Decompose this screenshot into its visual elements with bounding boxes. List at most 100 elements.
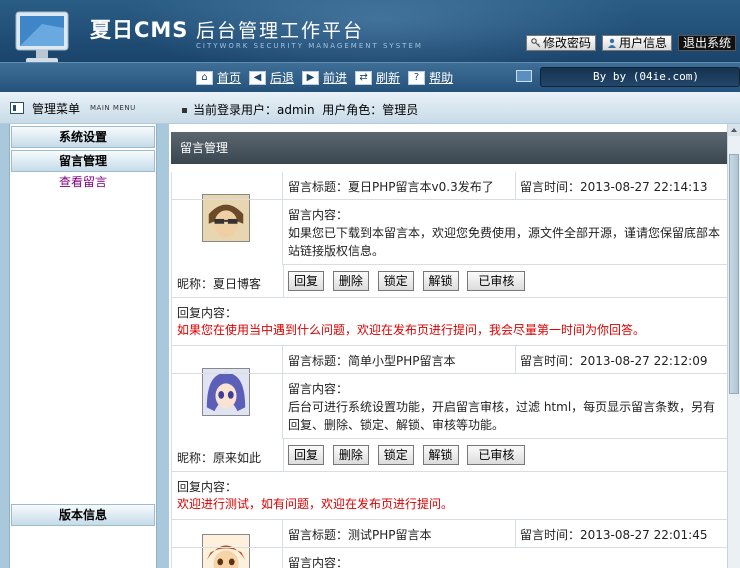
- lock-button[interactable]: 锁定: [377, 271, 414, 291]
- sidebar-group-message-management[interactable]: 留言管理: [11, 150, 155, 172]
- nick-value: 夏日博客: [213, 277, 262, 291]
- back-arrow-icon: ◀: [249, 70, 267, 85]
- reply-button[interactable]: 回复: [288, 271, 325, 291]
- content-text: 后台可进行系统设置功能，开启留言审核，过滤 html，每页显示留言条数，另有回复…: [288, 400, 716, 432]
- title-value: 简单小型PHP留言本: [348, 354, 456, 368]
- brand-name: 夏日CMS: [90, 18, 189, 42]
- user-info-button[interactable]: 用户信息: [601, 35, 672, 51]
- change-password-button[interactable]: 修改密码: [525, 35, 596, 51]
- top-button-group: 修改密码 用户信息 退出系统: [525, 35, 736, 51]
- reply-section: 回复内容： 如果您在使用当中遇到什么问题，欢迎在发布页进行提问，我会尽量第一时间…: [177, 305, 645, 339]
- content-label: 留言内容：: [288, 382, 349, 396]
- login-info: 当前登录用户：admin 用户角色：管理员: [182, 101, 418, 118]
- content-text: 如果您已下载到本留言本，欢迎您免费使用，源文件全部开源，谨请您保留底部本站链接版…: [288, 226, 721, 258]
- reply-button[interactable]: 回复: [288, 445, 325, 465]
- message-time: 留言时间：2013-08-27 22:14:13: [520, 178, 707, 195]
- reply-label: 回复内容：: [177, 306, 238, 320]
- message-title: 留言标题：测试PHP留言本: [288, 526, 432, 543]
- content-label: 留言内容：: [288, 556, 349, 568]
- time-value: 2013-08-27 22:14:13: [580, 180, 708, 194]
- platform-title: 后台管理工作平台: [196, 20, 365, 42]
- scroll-thumb[interactable]: [729, 154, 739, 394]
- title-label: 留言标题：: [288, 354, 349, 368]
- nickname: 昵称：原来如此: [177, 449, 261, 466]
- main-content: 留言管理 留言标题：夏日PHP留言本v0.3发布了 留言时间：2013-08-2…: [169, 124, 727, 568]
- nav-forward[interactable]: ▶ 前进: [302, 69, 347, 86]
- message-time: 留言时间：2013-08-27 22:12:09: [520, 352, 707, 369]
- scrollbar[interactable]: [727, 124, 740, 568]
- forward-arrow-icon: ▶: [302, 70, 320, 85]
- time-label: 留言时间：: [520, 528, 581, 542]
- nick-value: 原来如此: [213, 451, 262, 465]
- byline: By by (04ie.com): [540, 67, 740, 87]
- bullet-icon: [182, 108, 187, 113]
- unlock-button[interactable]: 解锁: [422, 445, 459, 465]
- action-buttons: 回复 删除 锁定 解锁 已审核: [288, 271, 530, 291]
- nav-back[interactable]: ◀ 后退: [249, 69, 294, 86]
- message-entry: 留言标题：简单小型PHP留言本 留言时间：2013-08-27 22:12:09…: [171, 346, 727, 520]
- nick-label: 昵称：: [177, 451, 214, 465]
- platform-subtitle: CITYWORK SECURITY MANAGEMENT SYSTEM: [196, 42, 423, 50]
- unlock-button[interactable]: 解锁: [422, 271, 459, 291]
- approved-button[interactable]: 已审核: [467, 271, 526, 291]
- nick-label: 昵称：: [177, 277, 214, 291]
- sidebar-group-system-settings[interactable]: 系统设置: [11, 126, 155, 148]
- change-password-label: 修改密码: [542, 36, 591, 50]
- role-value: 管理员: [382, 103, 419, 117]
- menu-panel-icon: [10, 102, 24, 114]
- login-label: 当前登录用户：: [193, 103, 278, 117]
- message-content: 留言内容：: [288, 554, 348, 568]
- reply-section: 回复内容： 欢迎进行测试，如有问题，欢迎在发布页进行提问。: [177, 479, 453, 513]
- key-icon: [531, 38, 541, 48]
- avatar: [202, 368, 250, 416]
- message-time: 留言时间：2013-08-27 22:01:45: [520, 526, 707, 543]
- nickname: 昵称：夏日博客: [177, 275, 261, 292]
- status-bar: 管理菜单 MAIN MENU 当前登录用户：admin 用户角色：管理员: [0, 92, 740, 124]
- sidebar-group-version-info[interactable]: 版本信息: [11, 504, 155, 526]
- menu-title: 管理菜单: [32, 101, 81, 116]
- message-title: 留言标题：夏日PHP留言本v0.3发布了: [288, 178, 494, 195]
- cell-divider: [283, 439, 284, 472]
- navigation-bar: ⌂ 首页 ◀ 后退 ▶ 前进 ⇄ 刷新 ? 帮助 By by (04ie.com…: [0, 62, 740, 92]
- lock-button[interactable]: 锁定: [377, 445, 414, 465]
- user-icon: [607, 38, 616, 48]
- message-entry: 留言标题：测试PHP留言本 留言时间：2013-08-27 22:01:45 留…: [171, 520, 727, 568]
- delete-button[interactable]: 删除: [332, 445, 369, 465]
- time-value: 2013-08-27 22:12:09: [580, 354, 708, 368]
- delete-button[interactable]: 删除: [332, 271, 369, 291]
- role-label: 用户角色：: [322, 103, 383, 117]
- nav-home[interactable]: ⌂ 首页: [196, 69, 241, 86]
- header: 夏日CMS 后台管理工作平台 CITYWORK SECURITY MANAGEM…: [0, 0, 740, 92]
- home-icon: ⌂: [196, 70, 213, 85]
- title-value: 夏日PHP留言本v0.3发布了: [348, 180, 494, 194]
- sidebar-frame-right: [157, 124, 169, 568]
- content-label: 留言内容：: [288, 208, 349, 222]
- cell-divider: [283, 265, 284, 298]
- message-content: 留言内容： 后台可进行系统设置功能，开启留言审核，过滤 html，每页显示留言条…: [288, 380, 722, 434]
- logout-button[interactable]: 退出系统: [677, 35, 736, 51]
- menu-header: 管理菜单 MAIN MENU: [10, 98, 158, 118]
- time-label: 留言时间：: [520, 354, 581, 368]
- cell-divider: [515, 346, 516, 374]
- scroll-up-arrow-icon[interactable]: [728, 124, 740, 136]
- nav-refresh[interactable]: ⇄ 刷新: [355, 69, 400, 86]
- message-content: 留言内容： 如果您已下载到本留言本，欢迎您免费使用，源文件全部开源，谨请您保留底…: [288, 206, 722, 260]
- nav-help[interactable]: ? 帮助: [408, 69, 453, 86]
- nav-forward-label: 前进: [323, 71, 348, 85]
- refresh-icon: ⇄: [355, 70, 373, 85]
- logout-label: 退出系统: [682, 36, 731, 50]
- message-entry: 留言标题：夏日PHP留言本v0.3发布了 留言时间：2013-08-27 22:…: [171, 172, 727, 346]
- time-value: 2013-08-27 22:01:45: [580, 528, 708, 542]
- sidebar-item-view-messages[interactable]: 查看留言: [10, 172, 156, 192]
- sidebar-frame-left: [0, 124, 9, 568]
- login-user: admin: [277, 103, 315, 117]
- avatar: [202, 194, 250, 242]
- approved-button[interactable]: 已审核: [467, 445, 526, 465]
- menu-subtitle: MAIN MENU: [90, 104, 136, 112]
- nav-refresh-label: 刷新: [376, 71, 401, 85]
- nav-home-label: 首页: [217, 71, 242, 85]
- action-buttons: 回复 删除 锁定 解锁 已审核: [288, 445, 530, 465]
- message-title: 留言标题：简单小型PHP留言本: [288, 352, 456, 369]
- panel-title: 留言管理: [171, 132, 727, 164]
- help-icon: ?: [408, 70, 426, 85]
